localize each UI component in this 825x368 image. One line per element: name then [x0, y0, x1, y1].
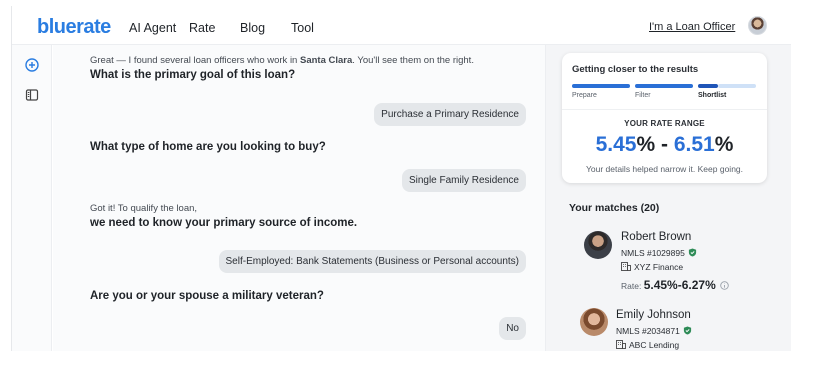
left-rail	[12, 45, 52, 351]
match-avatar	[580, 308, 608, 336]
step-label-current: Shortlist	[698, 92, 727, 99]
match-nmls: NMLS #2034871	[616, 326, 692, 336]
match-company: ABC Lending	[616, 340, 679, 350]
bluerate-logo[interactable]: bluerate	[37, 16, 111, 39]
matches-title: Your matches (20)	[569, 202, 660, 214]
top-header: bluerate AI Agent Rate Blog Tool I'm a L…	[12, 6, 791, 45]
progress-step-bar	[572, 84, 630, 88]
step-label: Prepare	[572, 92, 597, 99]
progress-title: Getting closer to the results	[572, 64, 699, 75]
rate-range-note: Your details helped narrow it. Keep goin…	[585, 164, 744, 174]
answer-bubble: Single Family Residence	[401, 169, 526, 192]
match-nmls: NMLS #1029895	[621, 248, 697, 258]
building-icon	[621, 262, 631, 271]
progress-step-bar	[635, 84, 693, 88]
question-income-source: we need to know your primary source of i…	[90, 217, 358, 229]
question-veteran: Are you or your spouse a military vetera…	[90, 290, 324, 302]
progress-step-bar	[698, 84, 718, 88]
match-name: Emily Johnson	[616, 309, 691, 321]
answer-bubble: Self-Employed: Bank Statements (Business…	[218, 250, 526, 273]
question-loan-goal: What is the primary goal of this loan?	[90, 69, 296, 81]
app-window: bluerate AI Agent Rate Blog Tool I'm a L…	[11, 6, 791, 351]
agent-message: Got it! To qualify the loan, we need to …	[90, 203, 358, 229]
verified-shield-icon	[688, 248, 696, 257]
intro-text: Great — I found several loan officers wh…	[90, 55, 474, 66]
divider	[562, 109, 767, 110]
agent-message: Great — I found several loan officers wh…	[90, 53, 474, 83]
nav-blog[interactable]: Blog	[240, 21, 265, 35]
verified-shield-icon	[683, 326, 691, 335]
match-company: XYZ Finance	[621, 262, 683, 272]
nav-ai-agent[interactable]: AI Agent	[129, 21, 176, 35]
question-home-type: What type of home are you looking to buy…	[90, 141, 326, 153]
match-rate: Rate: 5.45%-6.27%	[621, 278, 729, 292]
answer-bubble: No	[499, 317, 526, 340]
nav-tool[interactable]: Tool	[291, 21, 314, 35]
nav-rate[interactable]: Rate	[189, 21, 215, 35]
match-name: Robert Brown	[621, 231, 692, 243]
info-icon[interactable]	[720, 281, 729, 290]
match-avatar	[584, 231, 612, 259]
building-icon	[616, 340, 626, 349]
progress-step-remaining	[718, 84, 756, 88]
rate-range-label: YOUR RATE RANGE	[624, 119, 705, 128]
sidebar-panel-icon[interactable]	[25, 88, 39, 102]
answer-bubble: Purchase a Primary Residence	[374, 103, 526, 126]
progress-card: Getting closer to the results Prepare Fi…	[562, 53, 767, 183]
loan-officer-link[interactable]: I'm a Loan Officer	[649, 21, 735, 33]
rate-range-value: 5.45% - 6.51%	[595, 133, 734, 156]
chat-thread: Great — I found several loan officers wh…	[53, 45, 545, 351]
user-avatar[interactable]	[748, 16, 767, 35]
results-panel: Getting closer to the results Prepare Fi…	[545, 45, 791, 351]
plus-circle-icon[interactable]	[25, 58, 39, 72]
step-label: Filter	[635, 92, 651, 99]
